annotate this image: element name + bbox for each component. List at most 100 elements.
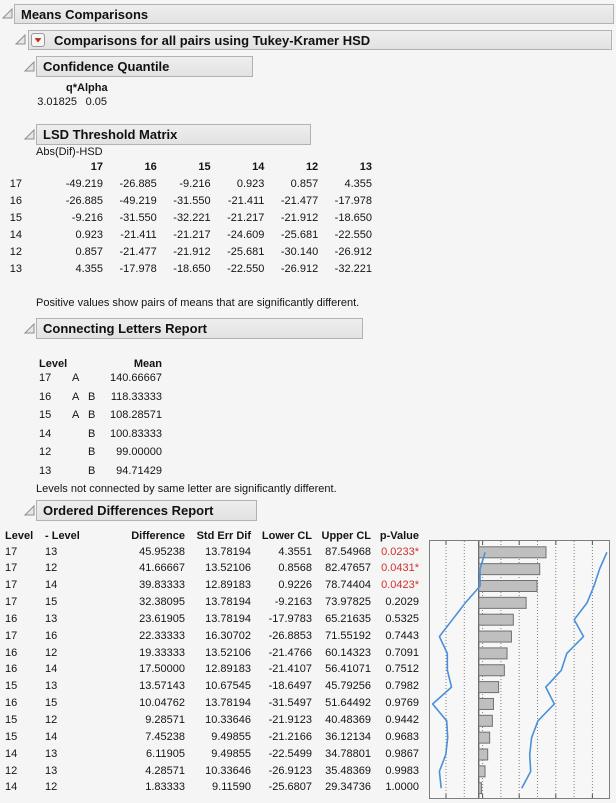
row-label: 12: [0, 246, 22, 260]
letter-b: B: [88, 465, 104, 479]
letter-a: [72, 428, 88, 442]
table-row: 14B100.83333: [39, 428, 162, 442]
table-cell: 0.857: [264, 178, 318, 192]
table-cell: 0.923: [211, 178, 265, 192]
upper-cl-cell: 73.97825: [312, 596, 371, 610]
level2-cell: 12: [45, 714, 106, 728]
difference-bar: [479, 766, 485, 777]
table-row: 15147.452389.49855-21.216636.121340.9683: [5, 731, 419, 745]
lower-cl-cell: -17.9783: [251, 613, 312, 627]
table-cell: -17.978: [103, 263, 157, 277]
difference-cell: 9.28571: [106, 714, 185, 728]
outline-confidence-quantile[interactable]: Confidence Quantile: [36, 56, 253, 77]
table-cell: -31.550: [103, 212, 157, 226]
table-row: 161510.0476213.78194-31.549751.644920.97…: [5, 697, 419, 711]
level2-cell: 13: [45, 765, 106, 779]
level-cell: 15: [5, 714, 45, 728]
table-cell: -18.650: [318, 212, 372, 226]
level2-cell: 16: [45, 630, 106, 644]
table-cell: -9.216: [22, 212, 103, 226]
table-cell: -22.550: [211, 263, 265, 277]
lower-cl-cell: -18.6497: [251, 680, 312, 694]
table-cell: 4.355: [318, 178, 372, 192]
p-value-cell: 0.7091: [371, 647, 419, 661]
table-row: 140.923-21.411-21.217-24.609-25.681-22.5…: [0, 229, 372, 243]
p-value-cell: 0.7982: [371, 680, 419, 694]
difference-bar: [479, 715, 493, 726]
column-header: Level: [39, 358, 72, 372]
red-triangle-menu-icon[interactable]: [31, 33, 45, 47]
table-row: 15AB108.28571: [39, 409, 162, 423]
mean-value: 140.66667: [104, 372, 162, 386]
level2-cell: 14: [45, 579, 106, 593]
mean-value: 94.71429: [104, 465, 162, 479]
letter-a: A: [72, 409, 88, 423]
table-row: 17-49.219-26.885-9.2160.9230.8574.355: [0, 178, 372, 192]
disclosure-triangle-icon[interactable]: [24, 323, 35, 334]
stderr-cell: 9.49855: [185, 731, 251, 745]
table-cell: -26.885: [103, 178, 157, 192]
row-label: 15: [39, 409, 72, 423]
column-header: 17: [22, 161, 103, 175]
table-cell: -21.411: [103, 229, 157, 243]
difference-cell: 23.61905: [106, 613, 185, 627]
table-cell: -21.912: [264, 212, 318, 226]
column-header: [72, 358, 88, 372]
column-header: Difference: [106, 530, 185, 544]
table-row: 14136.119059.49855-22.549934.788010.9867: [5, 748, 419, 762]
difference-cell: 1.83333: [106, 781, 185, 795]
lower-cl-cell: 0.9226: [251, 579, 312, 593]
lower-cl-cell: -22.5499: [251, 748, 312, 762]
lower-cl-cell: -26.9123: [251, 765, 312, 779]
level-cell: 17: [5, 562, 45, 576]
table-cell: -31.550: [157, 195, 211, 209]
table-cell: -30.140: [264, 246, 318, 260]
difference-bar: [479, 732, 490, 743]
table-row: 151313.5714310.67545-18.649745.792560.79…: [5, 680, 419, 694]
table-cell: -21.217: [157, 229, 211, 243]
outline-connecting-letters[interactable]: Connecting Letters Report: [36, 318, 363, 339]
table-row: 171241.6666713.521060.856882.476570.0431…: [5, 562, 419, 576]
outline-title: Ordered Differences Report: [43, 503, 214, 518]
outline-tukey-kramer[interactable]: Comparisons for all pairs using Tukey-Kr…: [28, 30, 612, 50]
disclosure-triangle-icon[interactable]: [2, 8, 13, 19]
table-cell: -26.885: [22, 195, 103, 209]
upper-cl-cell: 45.79256: [312, 680, 371, 694]
column-header: q*: [0, 82, 77, 96]
disclosure-triangle-icon[interactable]: [24, 129, 35, 140]
outline-lsd-threshold-matrix[interactable]: LSD Threshold Matrix: [36, 124, 311, 145]
disclosure-triangle-icon[interactable]: [15, 34, 26, 45]
lower-cl-cell: -21.4107: [251, 663, 312, 677]
stderr-cell: 13.78194: [185, 546, 251, 560]
column-header: [0, 161, 22, 175]
upper-cl-cell: 56.41071: [312, 663, 371, 677]
difference-bar: [479, 648, 507, 659]
disclosure-triangle-icon[interactable]: [24, 505, 35, 516]
p-value-cell: 0.0431*: [371, 562, 419, 576]
mean-value: 99.00000: [104, 446, 162, 460]
table-cell: -26.912: [264, 263, 318, 277]
outline-means-comparisons[interactable]: Means Comparisons: [14, 4, 614, 24]
stderr-cell: 10.33646: [185, 765, 251, 779]
outline-ordered-differences[interactable]: Ordered Differences Report: [36, 500, 257, 521]
lower-cl-cell: -26.8853: [251, 630, 312, 644]
column-header: 16: [103, 161, 157, 175]
lower-cl-cell: 0.8568: [251, 562, 312, 576]
level-cell: 15: [5, 731, 45, 745]
lsd-footnote: Positive values show pairs of means that…: [36, 297, 359, 309]
column-header: Lower CL: [251, 530, 312, 544]
stderr-cell: 9.49855: [185, 748, 251, 762]
disclosure-triangle-icon[interactable]: [24, 61, 35, 72]
level2-cell: 15: [45, 697, 106, 711]
table-row: 161417.5000012.89183-21.410756.410710.75…: [5, 663, 419, 677]
difference-bar: [479, 665, 505, 676]
column-header: Mean: [104, 358, 162, 372]
level2-cell: 12: [45, 562, 106, 576]
column-header: 14: [211, 161, 265, 175]
mean-value: 118.33333: [104, 391, 162, 405]
stderr-cell: 9.11590: [185, 781, 251, 795]
level-cell: 16: [5, 613, 45, 627]
level-cell: 14: [5, 781, 45, 795]
row-label: 17: [0, 178, 22, 192]
table-cell: -22.550: [318, 229, 372, 243]
